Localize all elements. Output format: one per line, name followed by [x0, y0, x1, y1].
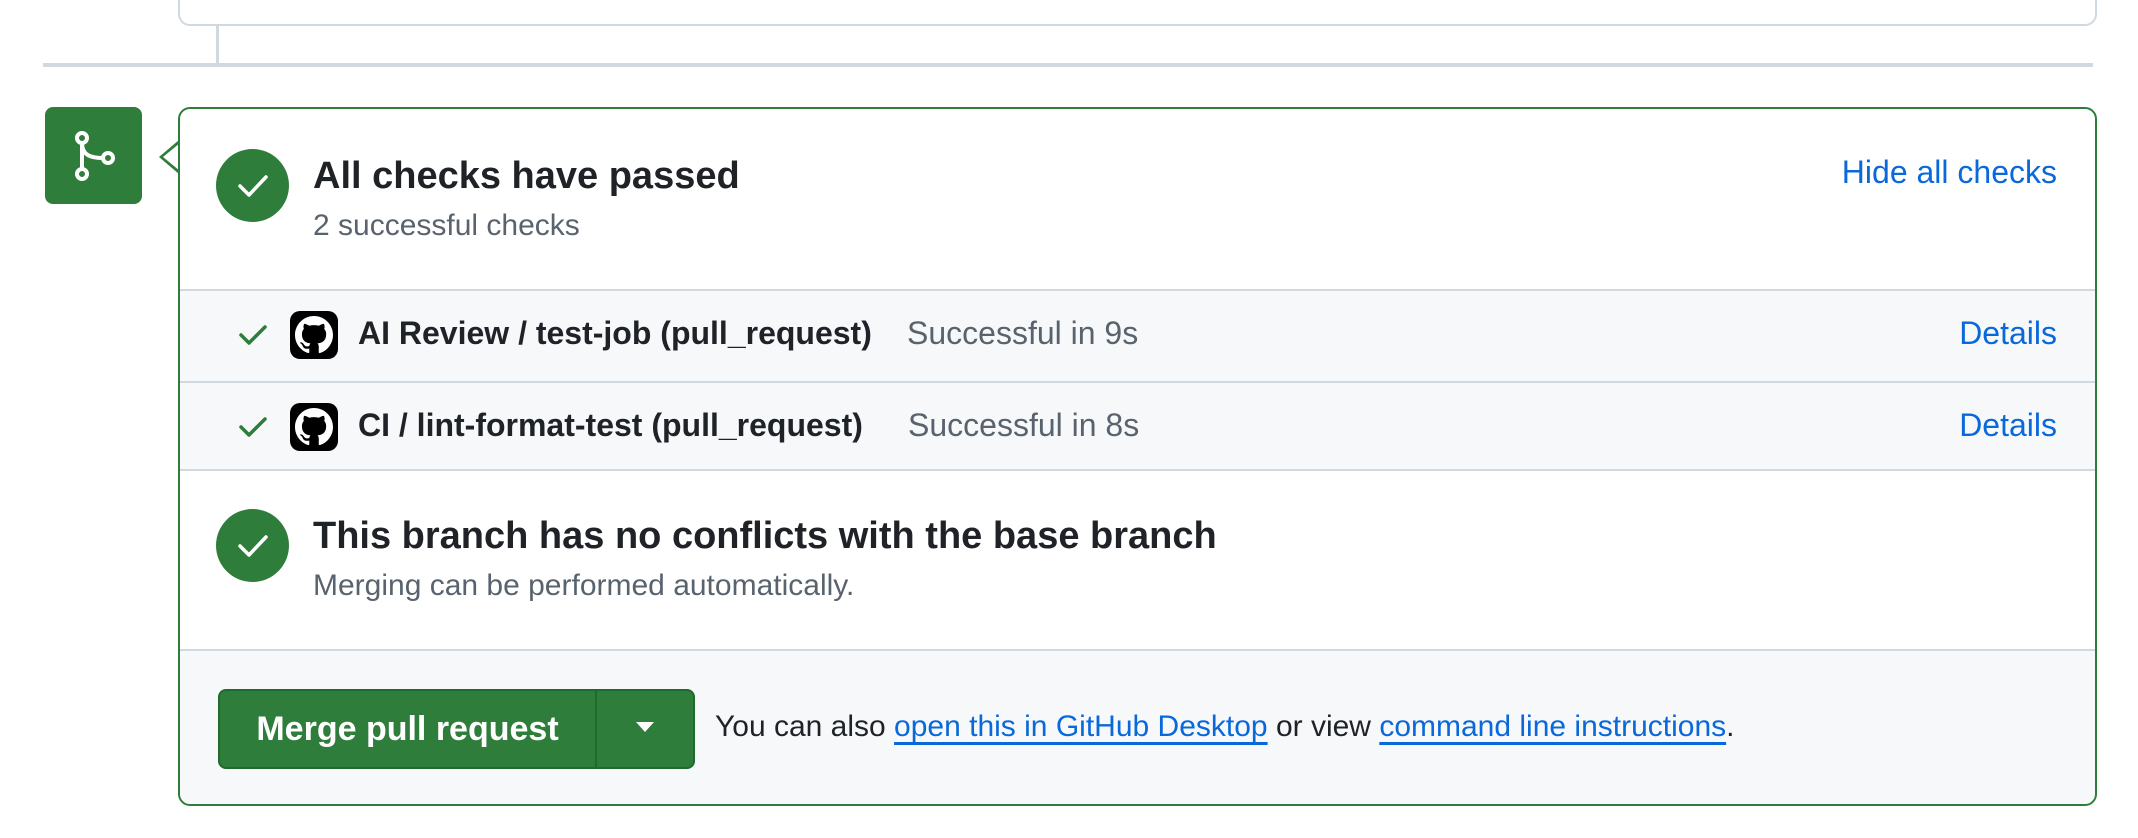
merge-pull-request-button[interactable]: Merge pull request — [220, 691, 597, 767]
github-logo-icon — [290, 311, 338, 359]
previous-timeline-item — [178, 0, 2097, 26]
conflicts-subtitle: Merging can be performed automatically. — [313, 569, 855, 602]
merge-button-group: Merge pull request — [218, 689, 695, 769]
merge-alternatives-note: You can also open this in GitHub Desktop… — [715, 710, 1734, 744]
check-row: CI / lint-format-test (pull_request) Suc… — [180, 381, 2095, 471]
command-line-instructions-link[interactable]: command line instructions — [1379, 710, 1726, 743]
check-icon — [238, 415, 268, 444]
git-merge-icon — [45, 107, 142, 204]
check-status: Successful in 8s — [908, 407, 1140, 443]
open-in-desktop-link[interactable]: open this in GitHub Desktop — [894, 710, 1268, 743]
check-status: Successful in 9s — [907, 315, 1139, 351]
check-name: AI Review / test-job (pull_request) — [358, 315, 872, 351]
details-link[interactable]: Details — [1959, 315, 2057, 352]
check-circle-icon — [216, 509, 289, 582]
note-middle: or view — [1275, 710, 1371, 743]
check-icon — [238, 323, 268, 352]
merge-options-dropdown[interactable] — [597, 691, 693, 767]
merge-actions: Merge pull request You can also open thi… — [180, 649, 2095, 804]
checks-title: All checks have passed — [313, 155, 740, 197]
checks-subtitle: 2 successful checks — [313, 209, 580, 242]
merge-box: All checks have passed 2 successful chec… — [178, 107, 2097, 806]
pr-merge-section: All checks have passed 2 successful chec… — [0, 0, 2138, 838]
check-row: AI Review / test-job (pull_request) Succ… — [180, 289, 2095, 381]
note-prefix: You can also — [715, 710, 886, 743]
check-circle-icon — [216, 149, 289, 222]
triangle-down-icon — [635, 720, 655, 738]
checks-summary: All checks have passed 2 successful chec… — [180, 109, 2095, 289]
hide-all-checks-link[interactable]: Hide all checks — [1842, 154, 2057, 191]
conflicts-title: This branch has no conflicts with the ba… — [313, 515, 1217, 557]
check-name: CI / lint-format-test (pull_request) — [358, 407, 863, 443]
timeline-divider — [43, 63, 2093, 67]
timeline-line — [216, 24, 219, 66]
merge-conflicts-status: This branch has no conflicts with the ba… — [180, 469, 2095, 649]
github-logo-icon — [290, 403, 338, 451]
details-link[interactable]: Details — [1959, 407, 2057, 444]
note-suffix: . — [1726, 710, 1735, 743]
